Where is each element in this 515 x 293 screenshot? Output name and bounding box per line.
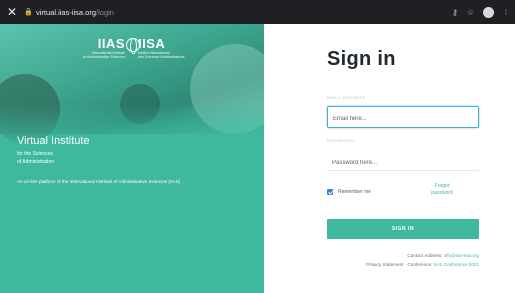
contact-line: Contact Address: info@iias-iisa.org bbox=[407, 253, 479, 258]
virtual-institute-subtitle-2: of Administration bbox=[17, 159, 54, 165]
page-title: Sign in bbox=[327, 48, 396, 70]
privacy-line: Privacy Statement · Conference: IIAS Con… bbox=[366, 262, 479, 267]
forgot-line-2: password bbox=[431, 190, 453, 196]
privacy-prefix: Privacy Statement · Conference: bbox=[366, 262, 434, 267]
more-icon[interactable]: ⋮ bbox=[503, 9, 509, 16]
contact-prefix: Contact Address: bbox=[407, 253, 444, 258]
remember-checkbox[interactable] bbox=[327, 189, 333, 195]
left-panel: IIAS International Institute of Administ… bbox=[0, 24, 264, 293]
password-field[interactable] bbox=[327, 153, 479, 173]
virtual-institute-title: Virtual Institute bbox=[17, 135, 90, 147]
signin-panel: Sign in EMAIL ADDRESS PASSWORD* Remember… bbox=[264, 24, 515, 293]
close-tab-icon[interactable]: ✕ bbox=[0, 5, 24, 19]
virtual-institute-subtitle-1: for the Sciences bbox=[17, 151, 53, 157]
email-label: EMAIL ADDRESS bbox=[327, 95, 366, 100]
logo-iisa-name-2: des Sciences Administratives bbox=[138, 55, 185, 60]
browser-toolbar: ✕ 🔒 virtual.iias-iisa.org/login ⚷ ☆ ⋮ bbox=[0, 0, 515, 24]
url-path: /login bbox=[96, 7, 114, 17]
remember-label: Remember me bbox=[338, 189, 372, 195]
email-field-wrapper bbox=[327, 106, 479, 129]
browser-actions: ⚷ ☆ ⋮ bbox=[452, 6, 515, 18]
password-field-wrapper bbox=[327, 151, 479, 173]
logo-iisa: IISA bbox=[138, 36, 166, 51]
profile-avatar[interactable] bbox=[483, 6, 494, 18]
key-icon[interactable]: ⚷ bbox=[452, 8, 458, 17]
logo-iias-name-2: of Administrative Sciences bbox=[83, 55, 125, 60]
forgot-line-1: Forgot bbox=[434, 183, 450, 189]
sign-in-button[interactable]: SIGN IN bbox=[327, 219, 479, 239]
contact-email-link[interactable]: info@iias-iisa.org bbox=[444, 253, 479, 258]
address-bar[interactable]: virtual.iias-iisa.org/login bbox=[36, 8, 114, 17]
url-host: virtual.iias-iisa.org bbox=[36, 7, 97, 17]
email-field[interactable] bbox=[328, 109, 478, 129]
conference-link[interactable]: IIAS Conference 2021 bbox=[434, 262, 479, 267]
remember-me[interactable]: Remember me bbox=[327, 189, 371, 195]
logo-iias: IIAS bbox=[97, 36, 125, 51]
password-label: PASSWORD* bbox=[327, 138, 357, 143]
forgot-password-link[interactable]: Forgot password bbox=[426, 183, 458, 197]
platform-description: An on-line platform of the International… bbox=[17, 179, 181, 184]
lock-icon[interactable]: 🔒 bbox=[24, 8, 34, 16]
iias-logo: IIAS International Institute of Administ… bbox=[30, 36, 240, 74]
star-icon[interactable]: ☆ bbox=[467, 8, 474, 17]
